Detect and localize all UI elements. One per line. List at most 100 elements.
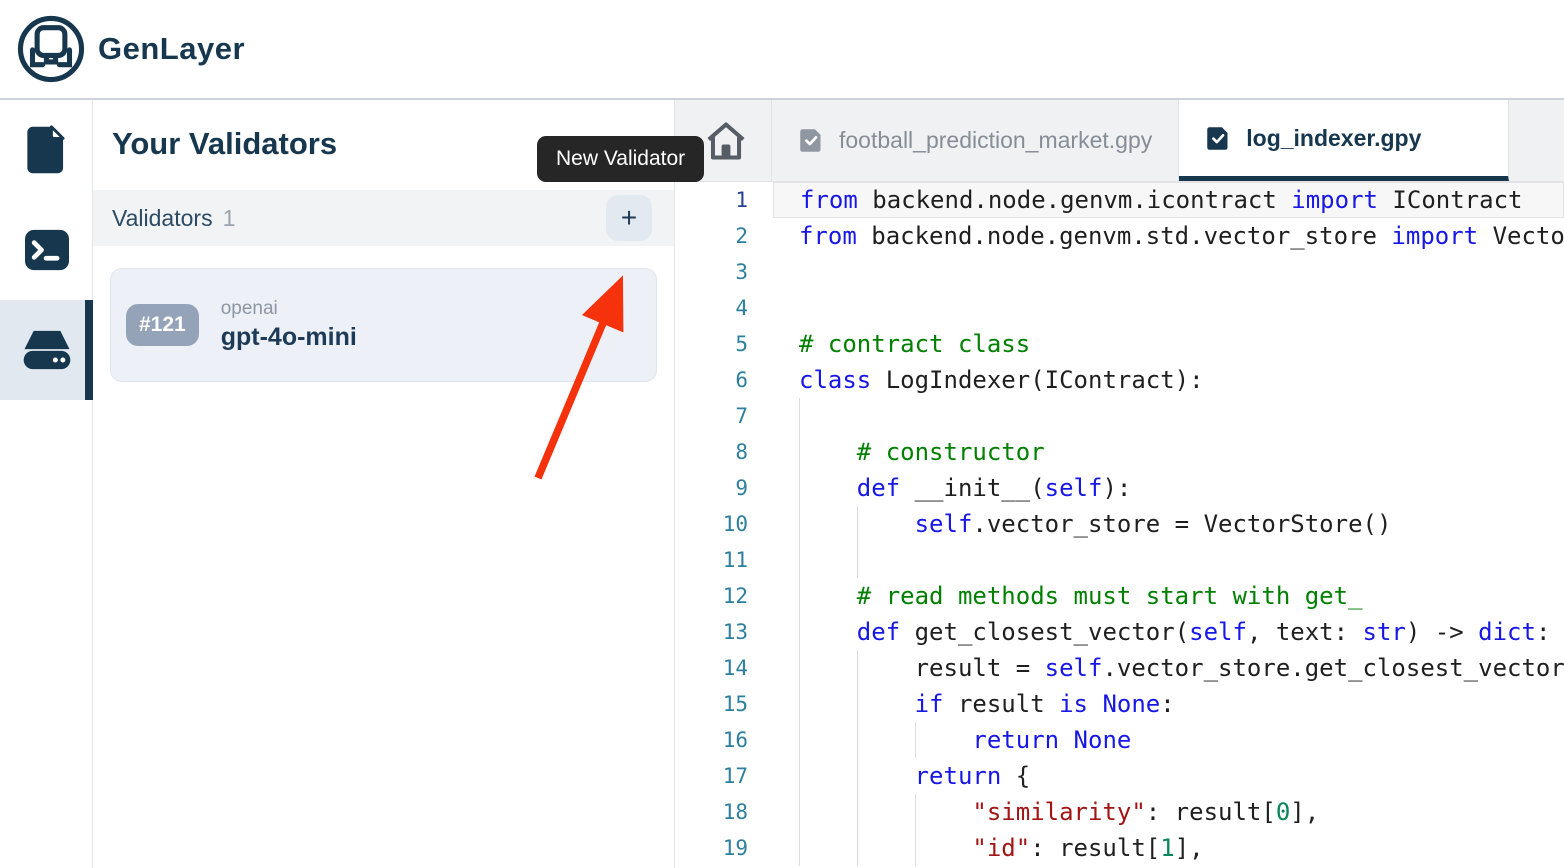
code-line-content: from backend.node.genvm.icontract import… xyxy=(773,182,1564,218)
code-line-content: class LogIndexer(IContract): xyxy=(773,362,1564,398)
code-line-content: return { xyxy=(773,758,1564,794)
indent-guide xyxy=(799,758,800,794)
code-line-content: self.vector_store = VectorStore() xyxy=(773,506,1564,542)
indent-guide xyxy=(799,794,800,830)
sidebar-item-terminal[interactable] xyxy=(0,200,93,300)
indent-guide xyxy=(857,830,858,866)
code-line-content xyxy=(773,398,1564,434)
code-line-content: "id": result[1], xyxy=(773,830,1564,866)
indent-guide xyxy=(857,758,858,794)
line-number: 12 xyxy=(675,578,748,614)
code-line: 16 return None xyxy=(675,722,1564,758)
sidebar-item-validators[interactable] xyxy=(0,300,93,400)
code-line: 2 from backend.node.genvm.std.vector_stor… xyxy=(675,218,1564,254)
validator-meta: openaigpt-4o-mini xyxy=(221,298,357,352)
code-line-content xyxy=(773,254,1564,290)
code-line-content: # contract class xyxy=(773,326,1564,362)
line-number: 1 xyxy=(675,182,748,218)
code-line: 8 # constructor xyxy=(675,434,1564,470)
line-number: 13 xyxy=(675,614,748,650)
file-icon xyxy=(25,125,69,175)
indent-guide xyxy=(857,506,858,542)
validator-card[interactable]: #121 openaigpt-4o-mini xyxy=(110,268,657,382)
code-line: 6 class LogIndexer(IContract): xyxy=(675,362,1564,398)
drive-icon xyxy=(22,329,72,371)
code-line-content: # constructor xyxy=(773,434,1564,470)
file-check-icon xyxy=(1205,125,1232,152)
indent-guide xyxy=(799,578,800,614)
code-line: 19 "id": result[1], xyxy=(675,830,1564,866)
indent-guide xyxy=(915,830,916,866)
file-check-icon xyxy=(798,127,825,154)
code-line: 4 xyxy=(675,290,1564,326)
genlayer-logo-icon xyxy=(14,12,88,86)
line-number: 19 xyxy=(675,830,748,866)
code-line: 7 xyxy=(675,398,1564,434)
indent-guide xyxy=(799,686,800,722)
code-line: 1 from backend.node.genvm.icontract impor… xyxy=(675,182,1564,218)
tab-label: log_indexer.gpy xyxy=(1246,125,1421,152)
line-number: 7 xyxy=(675,398,748,434)
sidebar-item-contracts[interactable] xyxy=(0,100,93,200)
home-icon[interactable] xyxy=(703,117,749,165)
new-validator-tooltip: New Validator xyxy=(537,136,704,182)
line-number: 3 xyxy=(675,254,748,290)
code-line: 5 # contract class xyxy=(675,326,1564,362)
indent-guide xyxy=(799,722,800,758)
code-line: 18 "similarity": result[0], xyxy=(675,794,1564,830)
brand-name: GenLayer xyxy=(98,31,245,67)
validator-card-list: #121 openaigpt-4o-mini xyxy=(93,268,674,382)
code-line-content: result = self.vector_store.get_closest_v… xyxy=(773,650,1564,686)
indent-guide xyxy=(799,470,800,506)
line-number: 2 xyxy=(675,218,748,254)
indent-guide xyxy=(857,794,858,830)
editor-tab-football_prediction_market-gpy[interactable]: football_prediction_market.gpy xyxy=(772,100,1179,181)
line-number: 17 xyxy=(675,758,748,794)
code-line-content: if result is None: xyxy=(773,686,1564,722)
editor-tab-bar: football_prediction_market.gpy log_index… xyxy=(675,100,1564,182)
code-line-content: from backend.node.genvm.std.vector_store… xyxy=(773,218,1564,254)
code-line: 12 # read methods must start with get_ xyxy=(675,578,1564,614)
indent-guide xyxy=(799,434,800,470)
line-number: 15 xyxy=(675,686,748,722)
line-number: 10 xyxy=(675,506,748,542)
code-line: 11 xyxy=(675,542,1564,578)
indent-guide xyxy=(857,650,858,686)
code-line-content: "similarity": result[0], xyxy=(773,794,1564,830)
code-line-content xyxy=(773,290,1564,326)
app-header: GenLayer xyxy=(0,0,1564,100)
indent-guide xyxy=(857,542,858,578)
code-line: 9 def __init__(self): xyxy=(675,470,1564,506)
validators-section-header: Validators 1 + xyxy=(93,190,674,246)
indent-guide xyxy=(799,650,800,686)
line-number: 4 xyxy=(675,290,748,326)
indent-guide xyxy=(915,794,916,830)
line-number: 8 xyxy=(675,434,748,470)
code-line-content: def __init__(self): xyxy=(773,470,1564,506)
new-validator-button[interactable]: + xyxy=(606,195,652,241)
editor-tab-log_indexer-gpy[interactable]: log_indexer.gpy xyxy=(1179,100,1509,181)
line-number: 6 xyxy=(675,362,748,398)
indent-guide xyxy=(799,830,800,866)
line-number: 9 xyxy=(675,470,748,506)
line-number: 5 xyxy=(675,326,748,362)
validators-count: 1 xyxy=(223,205,236,232)
indent-guide xyxy=(915,722,916,758)
code-line: 3 xyxy=(675,254,1564,290)
terminal-icon xyxy=(23,228,71,272)
validators-section-label: Validators xyxy=(112,205,213,232)
code-line: 15 if result is None: xyxy=(675,686,1564,722)
code-line: 14 result = self.vector_store.get_closes… xyxy=(675,650,1564,686)
editor-tabs: football_prediction_market.gpy log_index… xyxy=(772,100,1509,181)
line-number: 11 xyxy=(675,542,748,578)
left-icon-rail xyxy=(0,100,93,868)
validators-panel: Your Validators Validators 1 + #121opena… xyxy=(93,100,675,868)
code-line-content: return None xyxy=(773,722,1564,758)
line-number: 16 xyxy=(675,722,748,758)
code-line: 17 return { xyxy=(675,758,1564,794)
indent-guide xyxy=(799,614,800,650)
validator-id-badge: #121 xyxy=(126,304,199,346)
indent-guide xyxy=(857,722,858,758)
indent-guide xyxy=(799,506,800,542)
code-area[interactable]: 1 from backend.node.genvm.icontract impor… xyxy=(675,182,1564,868)
